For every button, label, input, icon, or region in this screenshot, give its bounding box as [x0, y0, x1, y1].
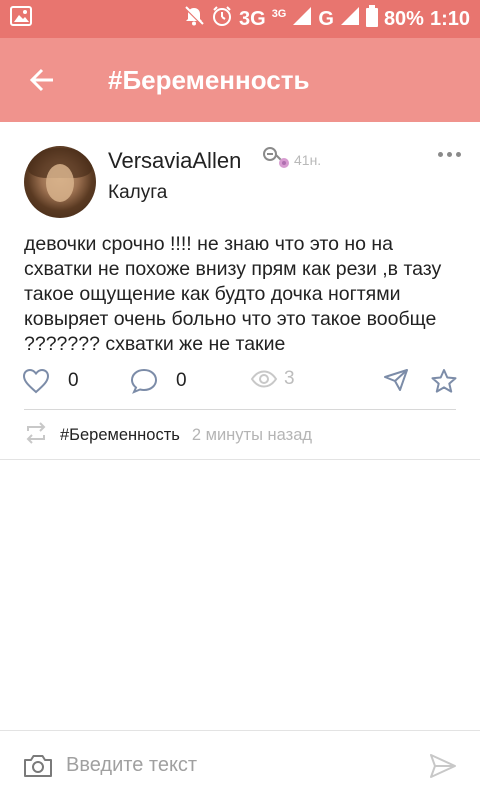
comment-composer — [0, 731, 480, 800]
mute-icon — [183, 5, 205, 33]
post-card: VersaviaAllen 41н. Калуга девочки срочно… — [0, 122, 480, 460]
comment-button[interactable]: 0 — [130, 368, 187, 394]
post-actions: 0 0 3 — [0, 362, 480, 402]
more-dot-icon — [447, 151, 452, 157]
back-button[interactable] — [0, 38, 84, 122]
signal-secondary-icon — [340, 6, 360, 32]
heart-icon — [22, 368, 50, 394]
battery-icon — [365, 5, 378, 33]
more-dot-icon — [438, 151, 443, 157]
star-icon — [431, 369, 457, 393]
share-button[interactable] — [383, 368, 409, 392]
network-secondary-label: G — [318, 7, 334, 30]
repost-icon — [22, 421, 50, 449]
send-button[interactable] — [428, 751, 458, 781]
signal-icon — [292, 6, 312, 32]
arrow-back-icon — [29, 68, 53, 92]
gallery-notification-icon — [10, 6, 32, 32]
avatar[interactable] — [24, 146, 96, 218]
divider — [24, 409, 456, 410]
views-count: 3 — [284, 368, 295, 389]
favorite-button[interactable] — [430, 368, 458, 394]
divider — [0, 459, 480, 460]
post-meta: #Беременность 2 минуты назад — [0, 418, 480, 452]
post-text: девочки срочно !!!! не знаю что это но н… — [24, 233, 442, 355]
post-tag-link[interactable]: #Беременность — [60, 426, 180, 445]
app-bar: #Беременность — [0, 38, 480, 122]
like-button[interactable]: 0 — [22, 368, 79, 394]
alarm-icon — [211, 5, 233, 33]
author-name[interactable]: VersaviaAllen — [108, 148, 241, 174]
comment-icon — [130, 368, 158, 394]
post-timestamp: 2 минуты назад — [191, 425, 313, 444]
author-city: Калуга — [108, 182, 168, 203]
page-title: #Беременность — [108, 64, 310, 95]
likes-count: 0 — [68, 370, 79, 391]
more-options-button[interactable] — [438, 148, 466, 160]
more-dot-icon — [456, 151, 461, 157]
eye-icon — [250, 370, 278, 388]
camera-icon — [24, 754, 52, 777]
post-header: VersaviaAllen 41н. Калуга — [0, 122, 480, 232]
send-icon — [430, 753, 456, 778]
status-bar: 3G 3G G 80% 1:10 — [0, 0, 480, 38]
views-indicator: 3 — [250, 368, 295, 390]
comment-input[interactable] — [66, 745, 406, 786]
send-share-icon — [384, 369, 408, 391]
network-type-small-label: 3G — [271, 8, 287, 20]
network-type-label: 3G — [239, 7, 266, 30]
pregnancy-week: 41н. — [294, 152, 322, 168]
battery-level: 80% — [383, 7, 424, 30]
camera-button[interactable] — [22, 752, 54, 780]
comments-count: 0 — [176, 370, 187, 391]
pacifier-icon — [262, 146, 290, 175]
clock: 1:10 — [429, 7, 470, 30]
